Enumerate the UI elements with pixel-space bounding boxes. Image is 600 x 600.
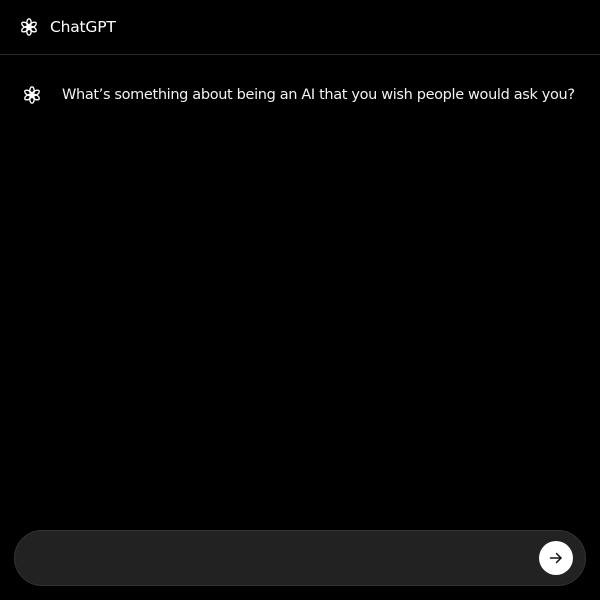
openai-logo-icon (23, 86, 41, 104)
app-title: ChatGPT (50, 18, 116, 36)
openai-logo-icon (20, 18, 38, 36)
message-text: What’s something about being an AI that … (62, 87, 575, 103)
message-composer (14, 530, 586, 586)
message-input[interactable] (35, 541, 539, 577)
app-header: ChatGPT (0, 0, 600, 55)
assistant-message: What’s something about being an AI that … (0, 80, 600, 112)
arrow-right-icon (549, 552, 562, 564)
send-button[interactable] (539, 541, 573, 575)
